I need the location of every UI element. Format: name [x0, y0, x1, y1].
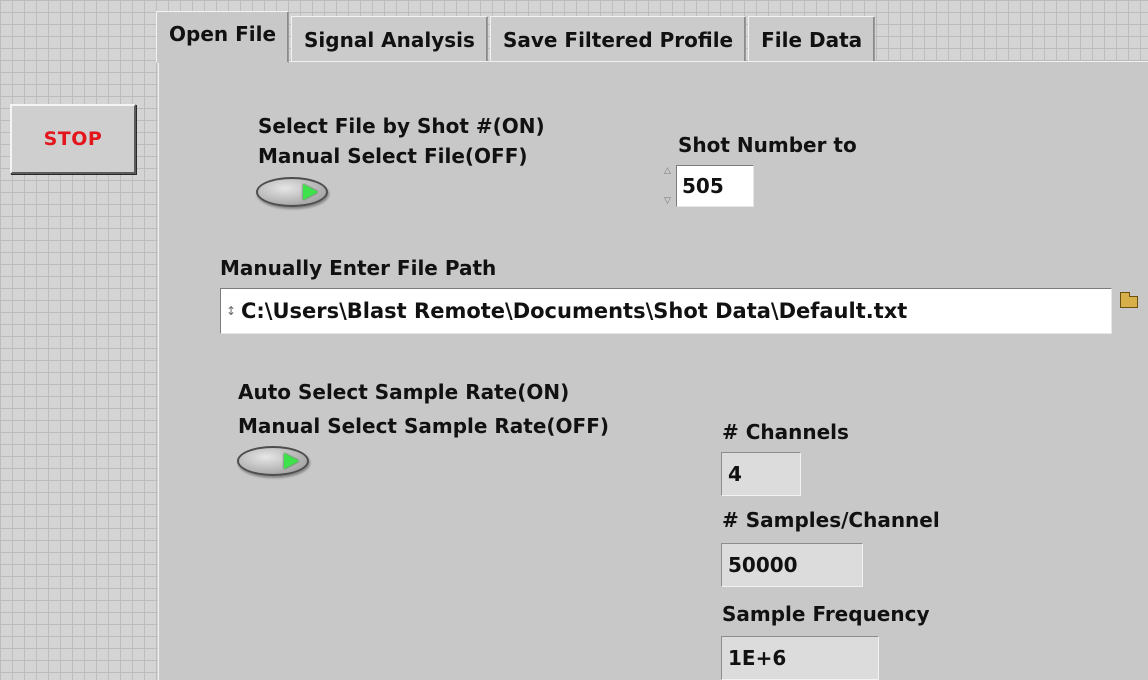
folder-icon: [1120, 292, 1138, 308]
file-path-label: Manually Enter File Path: [220, 256, 497, 280]
tab-file-data[interactable]: File Data: [748, 16, 876, 62]
stop-button[interactable]: STOP: [10, 104, 136, 174]
samples-per-channel-indicator: 50000: [721, 543, 863, 587]
increment-arrow-icon[interactable]: △: [664, 166, 671, 176]
led-indicator-icon: [303, 184, 318, 200]
browse-button[interactable]: [1116, 289, 1142, 315]
manual-select-sample-rate-label: Manual Select Sample Rate(OFF): [238, 414, 610, 438]
samples-per-channel-label: # Samples/Channel: [722, 508, 940, 532]
sample-frequency-indicator: 1E+6: [721, 636, 879, 680]
tab-open-file[interactable]: Open File: [156, 11, 290, 63]
shot-number-spinner: △ ▽: [661, 166, 674, 206]
shot-number-input[interactable]: 505: [676, 165, 754, 207]
shot-number-label: Shot Number to: [678, 133, 857, 157]
tab-save-filtered-profile[interactable]: Save Filtered Profile: [489, 16, 747, 62]
manual-select-file-label: Manual Select File(OFF): [258, 144, 528, 168]
tab-strip: Open File Signal Analysis Save Filtered …: [156, 10, 877, 63]
sample-rate-mode-toggle[interactable]: [237, 446, 309, 476]
decrement-arrow-icon[interactable]: ▽: [664, 196, 671, 206]
tab-signal-analysis[interactable]: Signal Analysis: [291, 16, 488, 62]
channels-label: # Channels: [722, 420, 849, 444]
channels-indicator: 4: [721, 452, 801, 496]
path-icon: ↕: [225, 304, 237, 318]
auto-select-sample-rate-label: Auto Select Sample Rate(ON): [238, 380, 570, 404]
select-file-mode-toggle[interactable]: [256, 177, 328, 207]
file-path-value: C:\Users\Blast Remote\Documents\Shot Dat…: [241, 299, 908, 323]
led-indicator-icon: [284, 453, 299, 469]
sample-frequency-label: Sample Frequency: [722, 602, 930, 626]
shot-number-control: △ ▽ 505: [661, 165, 754, 207]
select-file-by-shot-label: Select File by Shot #(ON): [258, 114, 545, 138]
file-path-input[interactable]: ↕ C:\Users\Blast Remote\Documents\Shot D…: [220, 288, 1112, 334]
